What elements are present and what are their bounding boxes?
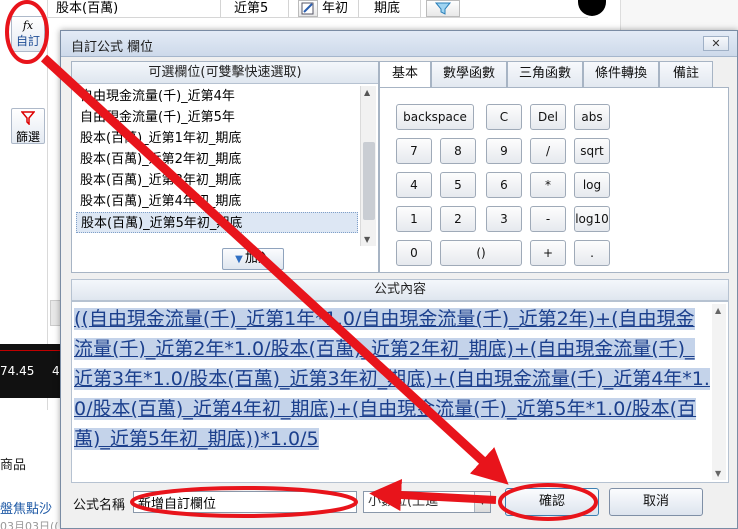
key-3[interactable]: 3 bbox=[486, 206, 522, 232]
list-item[interactable]: 股本(百萬)_近第2年初_期底 bbox=[76, 149, 358, 170]
tab-math[interactable]: 數學函數 bbox=[431, 61, 507, 87]
filter-label: 篩選 bbox=[15, 130, 40, 144]
key-0[interactable]: 0 bbox=[396, 240, 432, 266]
add-field-button[interactable]: ▼ 加入 bbox=[222, 248, 284, 270]
abs-key[interactable]: abs bbox=[574, 104, 610, 130]
row-period: 近第5 bbox=[234, 1, 269, 16]
background-right-panel bbox=[620, 0, 738, 34]
fx-icon: fx bbox=[22, 19, 34, 32]
arrow-down-icon: ▼ bbox=[235, 254, 243, 265]
decimal-key[interactable]: . bbox=[574, 240, 610, 266]
list-item[interactable]: 股本(百萬)_近第3年初_期底 bbox=[76, 170, 358, 191]
background-row: 股本(百萬) 近第5 年初 期底 bbox=[48, 0, 588, 18]
scroll-up-icon[interactable]: ▲ bbox=[715, 306, 721, 315]
key-4[interactable]: 4 bbox=[396, 172, 432, 198]
key-1[interactable]: 1 bbox=[396, 206, 432, 232]
edit-icon[interactable] bbox=[298, 0, 318, 17]
background-lower: 商品 盤焦點沙 03月03日(( bbox=[0, 410, 66, 529]
scroll-thumb[interactable] bbox=[363, 142, 375, 220]
tab-basic[interactable]: 基本 bbox=[379, 61, 431, 88]
formula-header: 公式內容 bbox=[71, 279, 729, 301]
lower-text: 商品 bbox=[0, 458, 27, 473]
key-8[interactable]: 8 bbox=[440, 138, 476, 164]
decimal-select-value: 小數位(上進 bbox=[368, 494, 439, 509]
ticker-value: 74.45 bbox=[0, 364, 35, 378]
dialog-title: 自訂公式 欄位 bbox=[71, 40, 154, 55]
scroll-down-icon[interactable]: ▼ bbox=[715, 469, 721, 478]
formula-text[interactable]: ((自由現金流量(千)_近第1年*1.0/自由現金流量(千)_近第2年)+(自由… bbox=[74, 304, 710, 454]
list-item[interactable]: 自由現金流量(千)_近第4年 bbox=[76, 86, 358, 107]
funnel-icon[interactable] bbox=[426, 0, 460, 17]
log10-key[interactable]: log10 bbox=[574, 206, 610, 232]
custom-formula-label: 自訂 bbox=[15, 34, 40, 48]
scroll-down-icon[interactable]: ▼ bbox=[364, 235, 370, 244]
formula-editor[interactable]: ((自由現金流量(千)_近第1年*1.0/自由現金流量(千)_近第2年)+(自由… bbox=[71, 301, 729, 483]
log-key[interactable]: log bbox=[574, 172, 610, 198]
filter-button[interactable]: 篩選 bbox=[11, 108, 45, 144]
parentheses-key[interactable]: () bbox=[440, 240, 522, 266]
tab-conditional[interactable]: 條件轉換 bbox=[583, 61, 659, 87]
cancel-button[interactable]: 取消 bbox=[609, 488, 703, 516]
list-item[interactable]: 自由現金流量(千)_近第5年 bbox=[76, 107, 358, 128]
formula-content: ((自由現金流量(千)_近第1年*1.0/自由現金流量(千)_近第2年)+(自由… bbox=[74, 308, 710, 450]
field-list: 自由現金流量(千)_近第4年 自由現金流量(千)_近第5年 股本(百萬)_近第1… bbox=[76, 86, 358, 248]
row-field: 股本(百萬) bbox=[56, 1, 119, 16]
plus-key[interactable]: + bbox=[530, 240, 566, 266]
field-list-header: 可選欄位(可雙擊快速選取) bbox=[72, 62, 378, 84]
ticker-value-2: 4 bbox=[52, 364, 60, 378]
key-2[interactable]: 2 bbox=[440, 206, 476, 232]
row-separator bbox=[220, 0, 221, 17]
list-item[interactable]: 股本(百萬)_近第1年初_期底 bbox=[76, 128, 358, 149]
key-5[interactable]: 5 bbox=[440, 172, 476, 198]
formula-name-label: 公式名稱 bbox=[73, 498, 126, 513]
backspace-key[interactable]: backspace bbox=[396, 104, 474, 130]
formula-scrollbar[interactable]: ▲ ▼ bbox=[712, 304, 726, 480]
sqrt-key[interactable]: sqrt bbox=[574, 138, 610, 164]
list-item[interactable]: 股本(百萬)_近第4年初_期底 bbox=[76, 191, 358, 212]
lower-link[interactable]: 盤焦點沙 bbox=[0, 498, 52, 517]
tab-notes[interactable]: 備註 bbox=[659, 61, 713, 87]
row-start: 年初 bbox=[322, 1, 349, 16]
tab-trig[interactable]: 三角函數 bbox=[507, 61, 583, 87]
clear-key[interactable]: C bbox=[486, 104, 522, 130]
ticker-panel: 74.45 4 bbox=[0, 344, 60, 398]
custom-formula-dialog: 自訂公式 欄位 ✕ 可選欄位(可雙擊快速選取) 自由現金流量(千)_近第4年 自… bbox=[60, 30, 738, 529]
key-7[interactable]: 7 bbox=[396, 138, 432, 164]
filter-icon bbox=[20, 111, 36, 126]
add-field-label: 加入 bbox=[244, 251, 271, 266]
formula-name-input[interactable] bbox=[133, 491, 357, 513]
field-list-scrollbar[interactable]: ▲ ▼ bbox=[360, 86, 376, 246]
custom-formula-button[interactable]: fx 自訂 bbox=[11, 16, 45, 52]
divide-key[interactable]: / bbox=[530, 138, 566, 164]
calculator-panel: backspace C Del abs 7 8 9 / sqrt 4 5 6 *… bbox=[379, 87, 729, 273]
row-separator bbox=[358, 0, 359, 17]
scroll-up-icon[interactable]: ▲ bbox=[364, 88, 370, 97]
close-icon[interactable]: ✕ bbox=[703, 36, 729, 51]
dialog-titlebar[interactable]: 自訂公式 欄位 ✕ bbox=[61, 31, 737, 57]
chevron-down-icon[interactable]: ▼ bbox=[474, 492, 490, 512]
ticker-line bbox=[0, 350, 60, 351]
lower-date: 03月03日(( bbox=[0, 520, 59, 529]
row-timing: 期底 bbox=[374, 1, 401, 16]
row-separator bbox=[420, 0, 421, 17]
multiply-key[interactable]: * bbox=[530, 172, 566, 198]
row-separator bbox=[288, 0, 289, 17]
delete-key[interactable]: Del bbox=[530, 104, 566, 130]
field-list-panel: 可選欄位(可雙擊快速選取) 自由現金流量(千)_近第4年 自由現金流量(千)_近… bbox=[71, 61, 379, 273]
key-9[interactable]: 9 bbox=[486, 138, 522, 164]
function-tabs: 基本 數學函數 三角函數 條件轉換 備註 bbox=[379, 61, 729, 88]
list-item-selected[interactable]: 股本(百萬)_近第5年初_期底 bbox=[76, 212, 358, 233]
confirm-button[interactable]: 確認 bbox=[505, 488, 599, 516]
key-6[interactable]: 6 bbox=[486, 172, 522, 198]
decimal-select[interactable]: 小數位(上進 ▼ bbox=[363, 491, 491, 513]
minus-key[interactable]: - bbox=[530, 206, 566, 232]
